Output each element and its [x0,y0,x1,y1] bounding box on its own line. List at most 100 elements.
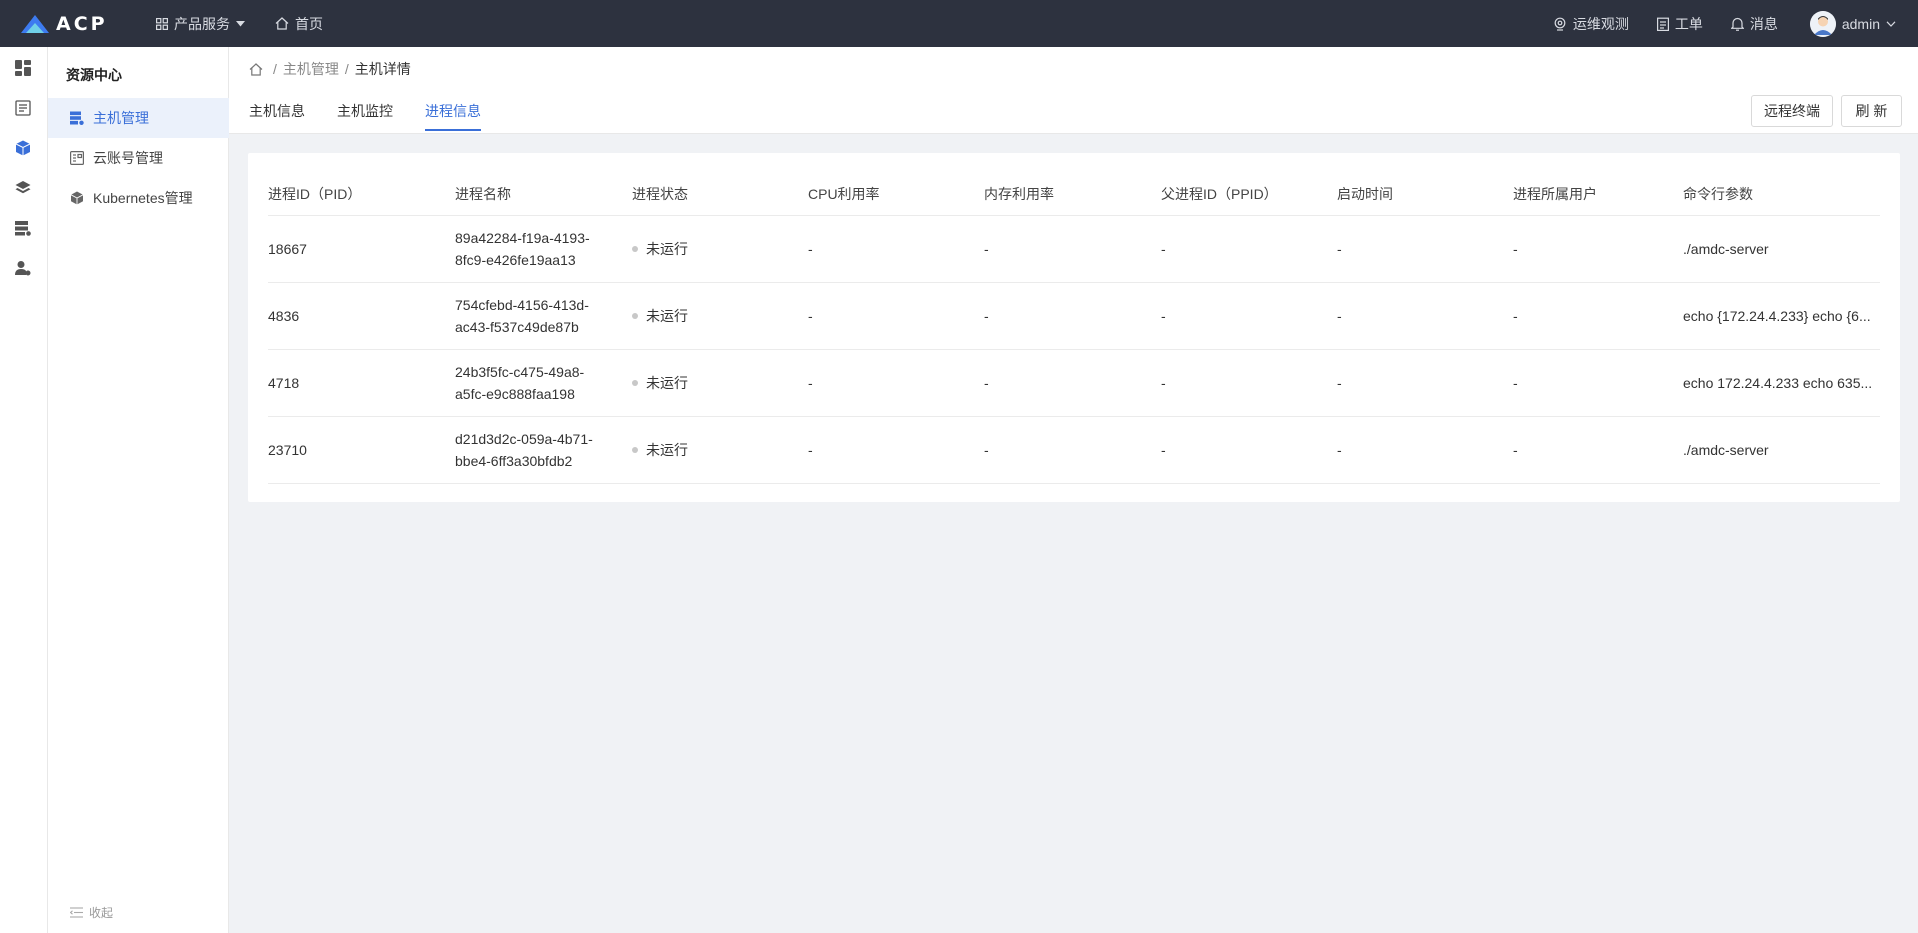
cell-ppid: - [1161,442,1166,458]
breadcrumb-separator: / [273,61,277,77]
cell-pid: 4718 [268,375,300,391]
logo-text: ACP [56,12,108,35]
column-header-pid: 进程ID（PID） [268,186,362,202]
cube-icon [70,191,84,205]
cell-pid: 18667 [268,241,307,257]
user-menu[interactable]: admin [1809,10,1896,37]
cell-start-time: - [1337,241,1342,257]
remote-terminal-button[interactable]: 远程终端 [1751,95,1833,127]
process-name-line: 8fc9-e426fe19aa13 [455,252,576,268]
observe-icon [1554,17,1566,31]
cell-status: 未运行 [632,216,688,282]
status-text: 未运行 [646,442,688,458]
home-icon[interactable] [249,62,263,76]
rail-resources[interactable] [14,139,32,157]
sidebar-item-label: 主机管理 [93,110,149,126]
cell-cmd: ./amdc-server [1683,216,1880,282]
table-row[interactable]: 18667 89a42284-f19a-4193- 8fc9-e426fe19a… [268,216,1880,283]
rail-layers[interactable] [14,179,32,197]
status-dot [632,447,638,453]
sidebar-item-label: Kubernetes管理 [93,190,193,206]
collapse-label: 收起 [89,906,114,920]
user-settings-icon [15,261,31,276]
layers-icon [15,181,31,194]
cell-user: - [1513,241,1518,257]
table-header: 进程ID（PID） 进程名称 进程状态 CPU利用率 内存利用率 父进程ID（P… [268,183,1880,216]
cell-ppid: - [1161,241,1166,257]
cell-user: - [1513,308,1518,324]
collapse-button[interactable]: 收起 [70,904,113,921]
rail-dashboard[interactable] [14,59,32,77]
status-dot [632,313,638,319]
sidebar-item-label: 云账号管理 [93,150,163,166]
list-doc-icon [15,100,31,116]
column-header-cmd: 命令行参数 [1683,186,1753,202]
cell-memory: - [984,442,989,458]
cell-process-name: 24b3f5fc-c475-49a8- a5fc-e9c888faa198 [455,350,584,416]
ticket-link[interactable]: 工单 [1656,14,1703,34]
cell-memory: - [984,375,989,391]
cell-process-name: 89a42284-f19a-4193- 8fc9-e426fe19aa13 [455,216,590,282]
sidebar-item-kubernetes[interactable]: Kubernetes管理 [48,178,229,218]
cmd-text: echo {172.24.4.233} echo {6... [1683,308,1871,324]
rail-users[interactable] [14,259,32,277]
sidebar-title: 资源中心 [66,67,122,83]
breadcrumb-separator: / [344,61,349,77]
caret-down-icon [236,20,245,26]
process-name-line: ac43-f537c49de87b [455,319,579,335]
cell-user: - [1513,375,1518,391]
user-avatar-icon [1809,10,1836,37]
column-header-cpu: CPU利用率 [808,186,880,202]
sidebar-item-host[interactable]: 主机管理 [48,98,229,138]
table-row[interactable]: 23710 d21d3d2c-059a-4b71- bbe4-6ff3a30bf… [268,417,1880,484]
username-label: admin [1841,15,1880,32]
cell-pid: 4836 [268,308,300,324]
cmd-text: ./amdc-server [1683,442,1769,458]
ops-observe-link[interactable]: 运维观测 [1553,14,1629,34]
products-menu[interactable]: 产品服务 [156,14,245,34]
status-text: 未运行 [646,375,688,391]
cell-user: - [1513,442,1518,458]
ticket-icon [1656,17,1669,31]
tab-host-info[interactable]: 主机信息 [249,101,305,131]
products-label: 产品服务 [174,15,230,32]
tab-process-info[interactable]: 进程信息 [425,101,481,131]
rail-servers[interactable] [14,219,32,237]
cell-cmd: echo 172.24.4.233 echo 635... [1683,350,1880,416]
process-name-line: d21d3d2c-059a-4b71- [455,431,593,447]
table-row[interactable]: 4718 24b3f5fc-c475-49a8- a5fc-e9c888faa1… [268,350,1880,417]
home-link[interactable]: 首页 [275,14,323,34]
home-icon [275,17,289,30]
sidebar-item-cloud-account[interactable]: 云账号管理 [48,138,229,178]
process-name-line: bbe4-6ff3a30bfdb2 [455,453,573,469]
icon-rail [0,47,48,933]
page-header: / 主机管理 / 主机详情 主机信息 主机监控 进程信息 远程终端 刷 新 [229,47,1918,134]
tab-bar: 主机信息 主机监控 进程信息 [249,101,481,131]
rail-orders[interactable] [14,99,32,117]
tab-host-monitor[interactable]: 主机监控 [337,101,393,131]
host-icon [70,111,84,125]
collapse-menu-icon [70,907,83,918]
cube-icon [15,140,31,156]
logo[interactable]: ACP [0,13,150,35]
process-name-line: a5fc-e9c888faa198 [455,386,575,402]
top-bar: ACP 产品服务 首页 运维观测 工单 消息 admin [0,0,1918,47]
cell-status: 未运行 [632,417,688,483]
cell-ppid: - [1161,375,1166,391]
ops-observe-label: 运维观测 [1572,15,1629,32]
breadcrumb-parent[interactable]: 主机管理 [283,59,339,79]
cell-cpu: - [808,241,813,257]
account-icon [70,151,84,165]
table-row[interactable]: 4836 754cfebd-4156-413d- ac43-f537c49de8… [268,283,1880,350]
acp-logo-icon [21,14,49,33]
status-text: 未运行 [646,308,688,324]
chevron-down-icon [1886,20,1896,27]
message-label: 消息 [1749,15,1778,32]
cell-pid: 23710 [268,442,307,458]
resource-sidebar: 资源中心 主机管理 云账号管理 Kubernetes管理 收起 [48,47,229,933]
message-link[interactable]: 消息 [1730,14,1778,34]
column-header-user: 进程所属用户 [1513,186,1597,202]
process-name-line: 89a42284-f19a-4193- [455,230,590,246]
refresh-button[interactable]: 刷 新 [1841,95,1902,127]
server-stack-icon [15,221,31,236]
